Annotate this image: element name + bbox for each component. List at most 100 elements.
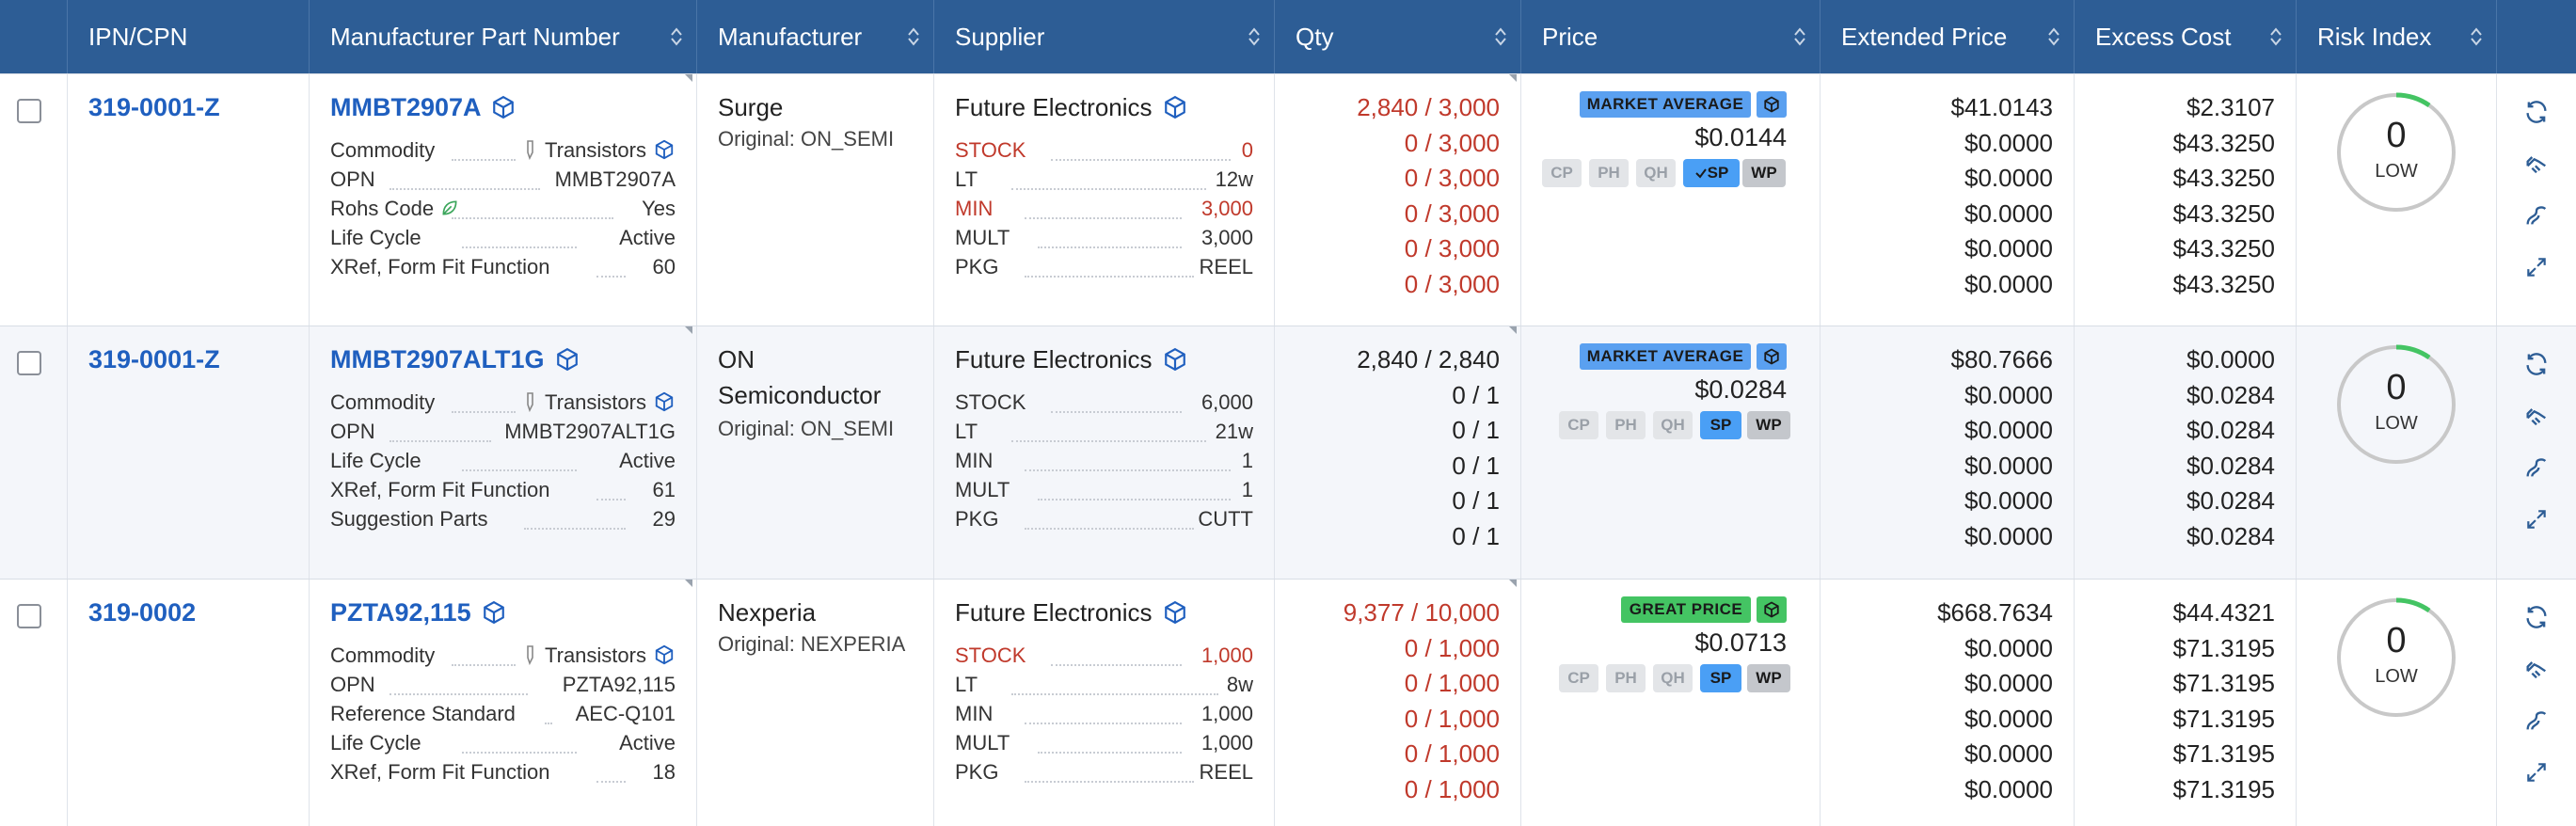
row-checkbox[interactable] (17, 351, 41, 375)
handshake-icon[interactable] (2518, 397, 2555, 435)
tag-icon (527, 140, 533, 160)
dotted-leader (1051, 411, 1182, 413)
qty-value: 9,377 / 10,000 (1343, 598, 1500, 627)
price-chip-qh[interactable]: QH (1636, 159, 1676, 187)
price-chip-qh[interactable]: QH (1653, 411, 1693, 439)
attr-label: Commodity (330, 390, 436, 414)
supplier-attr-value: 6,000 (1201, 390, 1253, 414)
price-chip-wp[interactable]: WP (1747, 411, 1790, 439)
header-excess-label: Excess Cost (2095, 22, 2232, 51)
refresh-icon[interactable] (2518, 93, 2555, 131)
sort-icon[interactable] (2047, 25, 2060, 48)
price-chip-ph[interactable]: PH (1589, 159, 1629, 187)
header-qty[interactable]: Qty (1275, 0, 1521, 73)
dotted-leader (462, 469, 577, 471)
supplier-attr-value: 1,000 (1201, 702, 1253, 725)
cube-icon[interactable] (1757, 596, 1787, 623)
sort-icon[interactable] (1494, 25, 1507, 48)
header-actions (2497, 0, 2576, 73)
price-chip-qh[interactable]: QH (1653, 664, 1693, 692)
expand-icon[interactable] (2518, 754, 2555, 791)
attr-label: Reference Standard (330, 702, 516, 725)
cube-icon[interactable] (1757, 91, 1787, 118)
route-icon[interactable] (2518, 702, 2555, 739)
header-extended-price[interactable]: Extended Price (1821, 0, 2075, 73)
attr-value: Transistors (545, 643, 646, 667)
sort-icon[interactable] (907, 25, 920, 48)
price-chip-sp[interactable]: SP (1683, 159, 1740, 187)
price-chip-sp[interactable]: SP (1700, 411, 1741, 439)
refresh-icon[interactable] (2518, 345, 2555, 383)
header-mpn[interactable]: Manufacturer Part Number (310, 0, 697, 73)
mpn-text: MMBT2907A (330, 93, 481, 121)
manufacturer-cell: Nexperia Original: NEXPERIA (697, 580, 934, 826)
sort-icon[interactable] (2269, 25, 2282, 48)
handshake-icon[interactable] (2518, 145, 2555, 183)
header-supplier[interactable]: Supplier (934, 0, 1275, 73)
cube-icon[interactable] (1757, 343, 1787, 370)
handshake-icon[interactable] (2518, 650, 2555, 688)
mpn-link[interactable]: MMBT2907ALT1G (330, 345, 580, 374)
attr-value: Transistors (545, 138, 646, 162)
sort-icon[interactable] (2470, 25, 2483, 48)
header-price[interactable]: Price (1521, 0, 1821, 73)
ipn-link[interactable]: 319-0002 (88, 598, 196, 627)
qty-value: 0 / 1,000 (1404, 774, 1500, 803)
expand-icon[interactable] (2518, 500, 2555, 538)
cube-icon[interactable] (491, 95, 516, 119)
price-chip-wp[interactable]: WP (1747, 664, 1790, 692)
actions-cell (2497, 326, 2576, 579)
sort-icon[interactable] (1248, 25, 1261, 48)
cube-icon[interactable] (1163, 347, 1187, 372)
supplier-attr-label: MIN (955, 449, 994, 472)
risk-gauge[interactable]: 0 LOW (2335, 596, 2457, 719)
attr-value: Active (619, 226, 676, 249)
excess-cost-value: $0.0284 (2186, 416, 2275, 444)
dotted-leader (390, 693, 528, 695)
supplier-attr-value: 21w (1215, 420, 1253, 443)
expand-icon[interactable] (2518, 248, 2555, 286)
excess-cost-value: $43.3250 (2172, 164, 2275, 192)
header-qty-label: Qty (1296, 22, 1334, 51)
supplier-name[interactable]: Future Electronics (955, 93, 1187, 122)
ipn-link[interactable]: 319-0001-Z (88, 345, 220, 374)
supplier-attr-label: MULT (955, 226, 1010, 249)
header-excess-cost[interactable]: Excess Cost (2075, 0, 2297, 73)
cube-icon[interactable] (555, 347, 580, 372)
row-checkbox[interactable] (17, 99, 41, 123)
route-icon[interactable] (2518, 449, 2555, 486)
cube-icon[interactable] (1163, 600, 1187, 625)
cube-icon[interactable] (654, 391, 675, 412)
risk-cell: 0 LOW (2297, 580, 2497, 826)
price-chip-cp[interactable]: CP (1559, 664, 1598, 692)
supplier-name[interactable]: Future Electronics (955, 598, 1187, 627)
price-chip-wp[interactable]: WP (1742, 159, 1786, 187)
row-checkbox[interactable] (17, 604, 41, 628)
price-chip-cp[interactable]: CP (1559, 411, 1598, 439)
cube-icon[interactable] (654, 139, 675, 160)
excess-cost-value: $71.3195 (2172, 704, 2275, 733)
mpn-link[interactable]: PZTA92,115 (330, 598, 506, 627)
price-chip-ph[interactable]: PH (1606, 664, 1646, 692)
cube-icon[interactable] (482, 600, 506, 625)
price-chip-ph[interactable]: PH (1606, 411, 1646, 439)
refresh-icon[interactable] (2518, 598, 2555, 636)
extended-price-value: $0.0000 (1964, 669, 2053, 697)
risk-gauge[interactable]: 0 LOW (2335, 91, 2457, 214)
cube-icon[interactable] (1163, 95, 1187, 119)
cube-icon[interactable] (654, 644, 675, 665)
risk-gauge[interactable]: 0 LOW (2335, 343, 2457, 466)
supplier-name[interactable]: Future Electronics (955, 345, 1187, 374)
header-risk-index[interactable]: Risk Index (2297, 0, 2497, 73)
sort-icon[interactable] (670, 25, 683, 48)
ipn-link[interactable]: 319-0001-Z (88, 93, 220, 122)
mpn-link[interactable]: MMBT2907A (330, 93, 516, 122)
dotted-leader (1051, 664, 1182, 666)
header-ipn[interactable]: IPN/CPN (68, 0, 310, 73)
route-icon[interactable] (2518, 197, 2555, 234)
sort-icon[interactable] (1793, 25, 1806, 48)
price-chip-sp[interactable]: SP (1700, 664, 1741, 692)
risk-level: LOW (2375, 413, 2418, 434)
price-chip-cp[interactable]: CP (1542, 159, 1582, 187)
header-manufacturer[interactable]: Manufacturer (697, 0, 934, 73)
